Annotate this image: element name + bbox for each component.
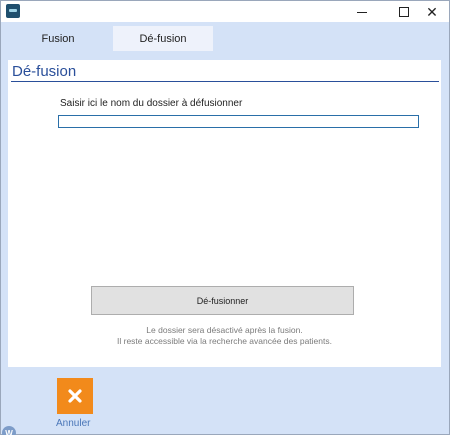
title-bar: ✕ xyxy=(1,1,449,22)
minimize-button[interactable] xyxy=(345,1,379,22)
tab-fusion-label: Fusion xyxy=(41,32,75,45)
app-badge-icon: W xyxy=(2,426,16,435)
panel-title: Dé-fusion xyxy=(12,63,77,80)
cancel-icon-box xyxy=(57,378,93,414)
maximize-icon xyxy=(399,6,409,17)
close-icon xyxy=(68,389,82,403)
close-window-icon: ✕ xyxy=(426,3,438,20)
close-window-button[interactable]: ✕ xyxy=(415,1,449,22)
cancel-label: Annuler xyxy=(56,418,91,429)
info-text-line1: Le dossier sera désactivé après la fusio… xyxy=(146,325,303,335)
app-logo-icon xyxy=(6,4,20,18)
tab-fusion[interactable]: Fusion xyxy=(8,26,108,51)
info-text-line2: Il reste accessible via la recherche ava… xyxy=(117,336,332,346)
tab-defusion-label: Dé-fusion xyxy=(139,32,187,45)
tab-defusion[interactable]: Dé-fusion xyxy=(113,26,213,51)
folder-name-input[interactable] xyxy=(58,115,419,128)
title-divider xyxy=(11,81,439,82)
cancel-button[interactable]: Annuler xyxy=(56,378,94,433)
app-window: ✕ Fusion Dé-fusion Dé-fusion Saisir ici … xyxy=(0,0,450,435)
folder-name-label: Saisir ici le nom du dossier à défusionn… xyxy=(60,98,243,109)
defusionner-button[interactable]: Dé-fusionner xyxy=(91,286,354,315)
minimize-icon xyxy=(357,12,367,13)
defusion-panel: Dé-fusion Saisir ici le nom du dossier à… xyxy=(8,60,441,367)
defusionner-button-label: Dé-fusionner xyxy=(196,295,249,306)
tab-bar: Fusion Dé-fusion xyxy=(1,26,449,51)
